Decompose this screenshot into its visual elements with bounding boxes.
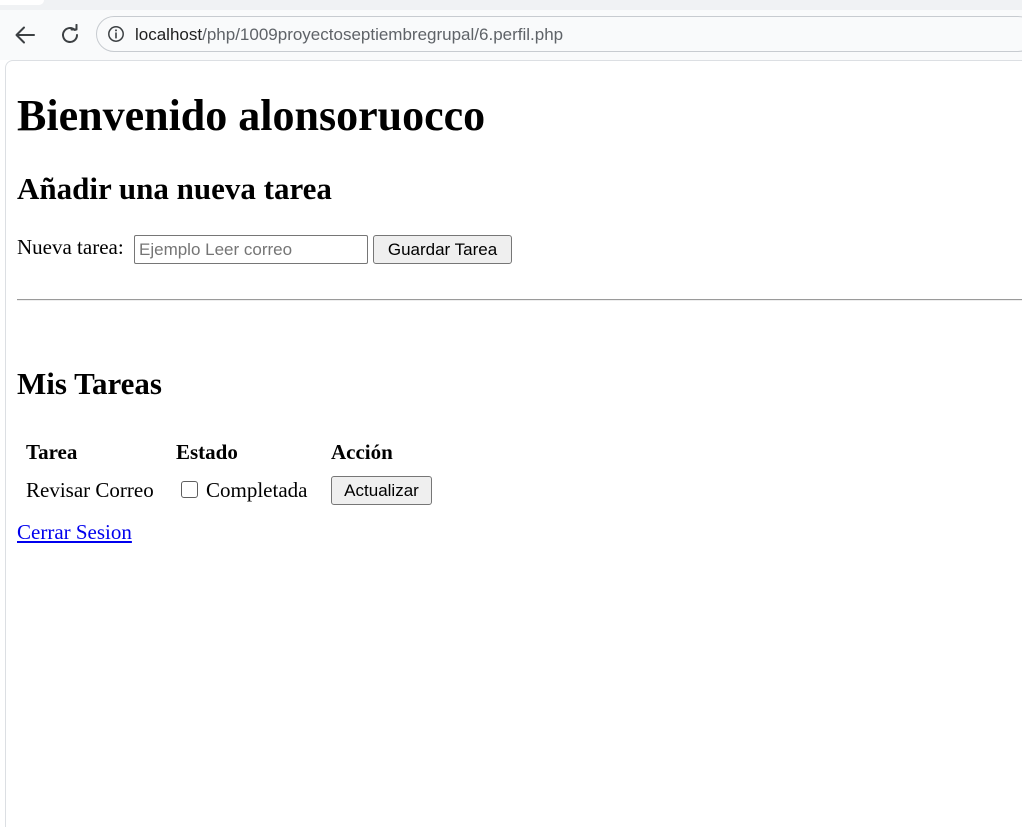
reload-button[interactable] (57, 22, 83, 48)
tab-strip (0, 0, 1022, 10)
active-tab-edge[interactable] (0, 0, 44, 5)
task-action: Actualizar (331, 468, 441, 512)
tasks-table: Tarea Estado Acción Revisar Correo Compl… (17, 436, 441, 512)
arrow-left-icon (15, 26, 35, 44)
page-viewport: Bienvenido alonsoruocco Añadir una nueva… (5, 60, 1022, 827)
reload-icon (62, 24, 78, 43)
address-bar[interactable]: localhost/php/1009proyectoseptiembregrup… (96, 16, 1022, 52)
task-name: Revisar Correo (26, 477, 154, 502)
column-header-action: Acción (331, 439, 393, 464)
logout-link[interactable]: Cerrar Sesion (17, 519, 132, 545)
back-button[interactable] (12, 22, 38, 48)
info-circle-icon[interactable] (107, 25, 125, 43)
table-row: Revisar Correo Completada Actualizar (17, 468, 441, 512)
task-status: Completada (176, 468, 331, 512)
update-task-button[interactable]: Actualizar (331, 475, 432, 505)
column-header-status: Estado (176, 439, 238, 464)
welcome-title: Bienvenido alonsoruocco (17, 91, 486, 140)
address-url[interactable]: localhost/php/1009proyectoseptiembregrup… (135, 25, 563, 45)
column-header-task: Tarea (26, 439, 78, 464)
divider (17, 299, 1022, 301)
completed-label: Completada (206, 477, 308, 502)
url-path: /php/1009proyectoseptiembregrupal/6.perf… (202, 25, 564, 44)
browser-toolbar: localhost/php/1009proyectoseptiembregrup… (0, 10, 1022, 60)
url-host: localhost (135, 25, 203, 44)
new-task-input[interactable] (134, 235, 368, 264)
new-task-label: Nueva tarea: (17, 235, 124, 259)
add-task-heading: Añadir una nueva tarea (17, 171, 332, 206)
my-tasks-heading: Mis Tareas (17, 366, 162, 401)
save-task-button[interactable]: Guardar Tarea (373, 235, 512, 264)
table-header-row: Tarea Estado Acción (17, 436, 441, 468)
completed-checkbox[interactable] (181, 480, 198, 498)
